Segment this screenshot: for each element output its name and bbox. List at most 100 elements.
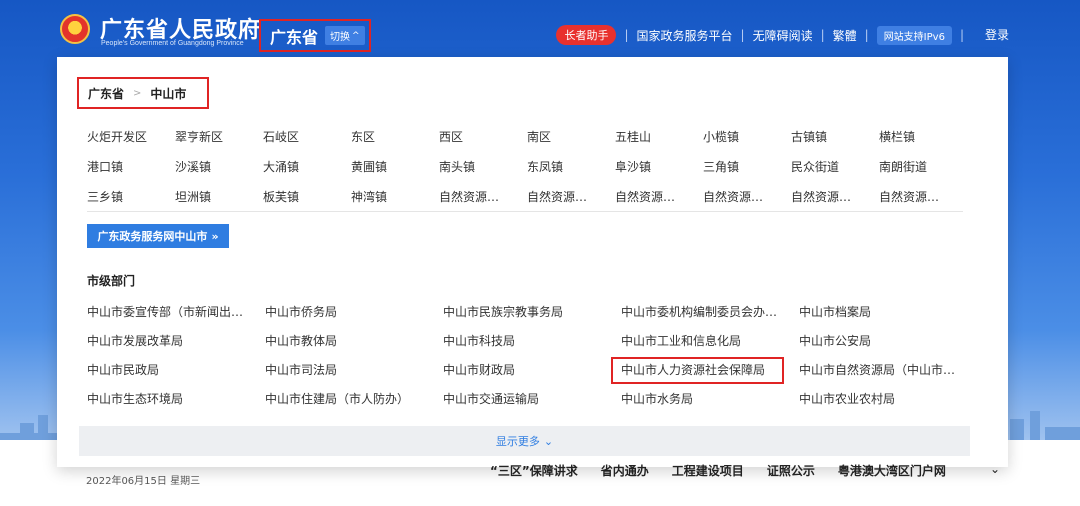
district-link[interactable]: 古镇镇 bbox=[791, 128, 879, 145]
ipv6-badge: 网站支持IPv6 bbox=[876, 25, 952, 45]
double-chevron-right-icon: » bbox=[211, 229, 219, 243]
district-link[interactable]: 西区 bbox=[439, 128, 527, 145]
top-links: 长者助手 | 国家政务服务平台 | 无障碍阅读 | 繁體 | 网站支持IPv6 … bbox=[556, 25, 972, 45]
department-row: 中山市委宣传部（市新闻出… 中山市侨务局 中山市民族宗教事务局 中山市委机构编制… bbox=[87, 297, 987, 326]
district-link[interactable]: 板芙镇 bbox=[263, 188, 351, 205]
district-link[interactable]: 东区 bbox=[351, 128, 439, 145]
breadcrumb-province[interactable]: 广东省 bbox=[88, 85, 124, 102]
department-link[interactable]: 中山市生态环境局 bbox=[87, 390, 265, 407]
bottom-nav-item[interactable]: 工程建设项目 bbox=[672, 462, 744, 479]
district-link[interactable]: 南头镇 bbox=[439, 158, 527, 175]
department-heading: 市级部门 bbox=[87, 274, 136, 288]
breadcrumb-separator-icon: > bbox=[133, 87, 142, 99]
department-link[interactable]: 中山市公安局 bbox=[799, 332, 977, 349]
department-grid: 中山市委宣传部（市新闻出… 中山市侨务局 中山市民族宗教事务局 中山市委机构编制… bbox=[87, 297, 987, 413]
district-link[interactable]: 坦洲镇 bbox=[175, 188, 263, 205]
district-link[interactable]: 五桂山 bbox=[615, 128, 703, 145]
department-link[interactable]: 中山市委机构编制委员会办… bbox=[621, 303, 799, 320]
switch-label: 切换 bbox=[330, 32, 351, 43]
bottom-nav-item[interactable]: “三区”保障讲求 bbox=[490, 462, 578, 479]
district-link[interactable]: 大涌镇 bbox=[263, 158, 351, 175]
department-link[interactable]: 中山市委宣传部（市新闻出… bbox=[87, 303, 265, 320]
bottom-nav-item[interactable]: 证照公示 bbox=[767, 462, 815, 479]
district-row: 港口镇 沙溪镇 大涌镇 黄圃镇 南头镇 东凤镇 阜沙镇 三角镇 民众街道 南朗街… bbox=[87, 151, 967, 181]
district-link[interactable]: 翠亨新区 bbox=[175, 128, 263, 145]
divider: | bbox=[820, 28, 825, 42]
bottom-nav-item[interactable]: 省内通办 bbox=[601, 462, 649, 479]
province-switcher[interactable]: 广东省 切换 ^ bbox=[259, 19, 371, 52]
district-link[interactable]: 民众街道 bbox=[791, 158, 879, 175]
department-link[interactable]: 中山市自然资源局（中山市… bbox=[799, 361, 977, 378]
divider: | bbox=[740, 28, 745, 42]
department-link[interactable]: 中山市发展改革局 bbox=[87, 332, 265, 349]
department-link[interactable]: 中山市农业农村局 bbox=[799, 390, 977, 407]
chevron-down-icon: ⌄ bbox=[543, 434, 554, 448]
breadcrumb: 广东省 > 中山市 bbox=[77, 77, 209, 109]
section-divider bbox=[87, 211, 963, 212]
district-link[interactable]: 火炬开发区 bbox=[87, 128, 175, 145]
district-link[interactable]: 自然资源… bbox=[615, 188, 703, 205]
department-link[interactable]: 中山市住建局（市人防办） bbox=[265, 390, 443, 407]
department-row: 中山市生态环境局 中山市住建局（市人防办） 中山市交通运输局 中山市水务局 中山… bbox=[87, 384, 987, 413]
portal-button[interactable]: 广东政务服务网中山市 » bbox=[87, 224, 229, 248]
district-row: 三乡镇 坦洲镇 板芙镇 神湾镇 自然资源… 自然资源… 自然资源… 自然资源… … bbox=[87, 181, 967, 211]
district-grid: 火炬开发区 翠亨新区 石岐区 东区 西区 南区 五桂山 小榄镇 古镇镇 横栏镇 … bbox=[87, 121, 967, 211]
district-row: 火炬开发区 翠亨新区 石岐区 东区 西区 南区 五桂山 小榄镇 古镇镇 横栏镇 bbox=[87, 121, 967, 151]
current-province: 广东省 bbox=[270, 27, 319, 47]
district-link[interactable]: 横栏镇 bbox=[879, 128, 967, 145]
traditional-chinese-link[interactable]: 繁體 bbox=[833, 27, 857, 44]
department-link[interactable]: 中山市侨务局 bbox=[265, 303, 443, 320]
show-more-label: 显示更多 bbox=[495, 435, 540, 448]
district-link[interactable]: 小榄镇 bbox=[703, 128, 791, 145]
department-row: 中山市民政局 中山市司法局 中山市财政局 中山市人力资源社会保障局 中山市自然资… bbox=[87, 355, 987, 384]
national-emblem-icon bbox=[60, 14, 90, 44]
portal-button-label: 广东政务服务网中山市 bbox=[97, 230, 208, 243]
breadcrumb-city[interactable]: 中山市 bbox=[150, 85, 186, 102]
department-link[interactable]: 中山市交通运输局 bbox=[443, 390, 621, 407]
elder-assistant-button[interactable]: 长者助手 bbox=[556, 25, 617, 45]
highlight-box bbox=[611, 357, 784, 384]
district-link[interactable]: 港口镇 bbox=[87, 158, 175, 175]
top-bar: 广东省人民政府 People's Government of Guangdong… bbox=[0, 0, 1080, 58]
switch-button[interactable]: 切换 ^ bbox=[325, 26, 365, 45]
district-link[interactable]: 自然资源… bbox=[879, 188, 967, 205]
district-link[interactable]: 黄圃镇 bbox=[351, 158, 439, 175]
chevron-up-icon: ^ bbox=[352, 30, 360, 41]
district-link[interactable]: 神湾镇 bbox=[351, 188, 439, 205]
region-dropdown-panel: 广东省 > 中山市 火炬开发区 翠亨新区 石岐区 东区 西区 南区 五桂山 小榄… bbox=[57, 57, 1008, 467]
site-subtitle: People's Government of Guangdong Provinc… bbox=[101, 40, 244, 47]
department-link[interactable]: 中山市工业和信息化局 bbox=[621, 332, 799, 349]
district-link[interactable]: 石岐区 bbox=[263, 128, 351, 145]
district-link[interactable]: 东凤镇 bbox=[527, 158, 615, 175]
department-link[interactable]: 中山市科技局 bbox=[443, 332, 621, 349]
department-link[interactable]: 中山市民政局 bbox=[87, 361, 265, 378]
district-link[interactable]: 自然资源… bbox=[791, 188, 879, 205]
current-date: 2022年06月15日 星期三 bbox=[86, 476, 201, 487]
district-link[interactable]: 自然资源… bbox=[703, 188, 791, 205]
divider: | bbox=[864, 28, 869, 42]
district-link[interactable]: 三角镇 bbox=[703, 158, 791, 175]
department-link[interactable]: 中山市教体局 bbox=[265, 332, 443, 349]
department-link[interactable]: 中山市司法局 bbox=[265, 361, 443, 378]
district-link[interactable]: 南朗街道 bbox=[879, 158, 967, 175]
district-link[interactable]: 阜沙镇 bbox=[615, 158, 703, 175]
department-link[interactable]: 中山市水务局 bbox=[621, 390, 799, 407]
department-row: 中山市发展改革局 中山市教体局 中山市科技局 中山市工业和信息化局 中山市公安局 bbox=[87, 326, 987, 355]
department-link[interactable]: 中山市财政局 bbox=[443, 361, 621, 378]
bottom-nav-item[interactable]: 粤港澳大湾区门户网 bbox=[838, 462, 946, 479]
login-link[interactable]: 登录 bbox=[985, 26, 1009, 43]
accessible-reading-link[interactable]: 无障碍阅读 bbox=[753, 27, 813, 44]
district-link[interactable]: 沙溪镇 bbox=[175, 158, 263, 175]
show-more-button[interactable]: 显示更多 ⌄ bbox=[79, 426, 970, 456]
district-link[interactable]: 南区 bbox=[527, 128, 615, 145]
district-link[interactable]: 自然资源… bbox=[527, 188, 615, 205]
bottom-nav: “三区”保障讲求 省内通办 工程建设项目 证照公示 粤港澳大湾区门户网 bbox=[490, 462, 969, 479]
national-platform-link[interactable]: 国家政务服务平台 bbox=[637, 27, 733, 44]
department-link[interactable]: 中山市民族宗教事务局 bbox=[443, 303, 621, 320]
chevron-down-icon[interactable]: ⌄ bbox=[990, 462, 1000, 476]
department-link[interactable]: 中山市档案局 bbox=[799, 303, 977, 320]
district-link[interactable]: 三乡镇 bbox=[87, 188, 175, 205]
divider: | bbox=[959, 28, 964, 42]
district-link[interactable]: 自然资源… bbox=[439, 188, 527, 205]
divider: | bbox=[624, 28, 629, 42]
